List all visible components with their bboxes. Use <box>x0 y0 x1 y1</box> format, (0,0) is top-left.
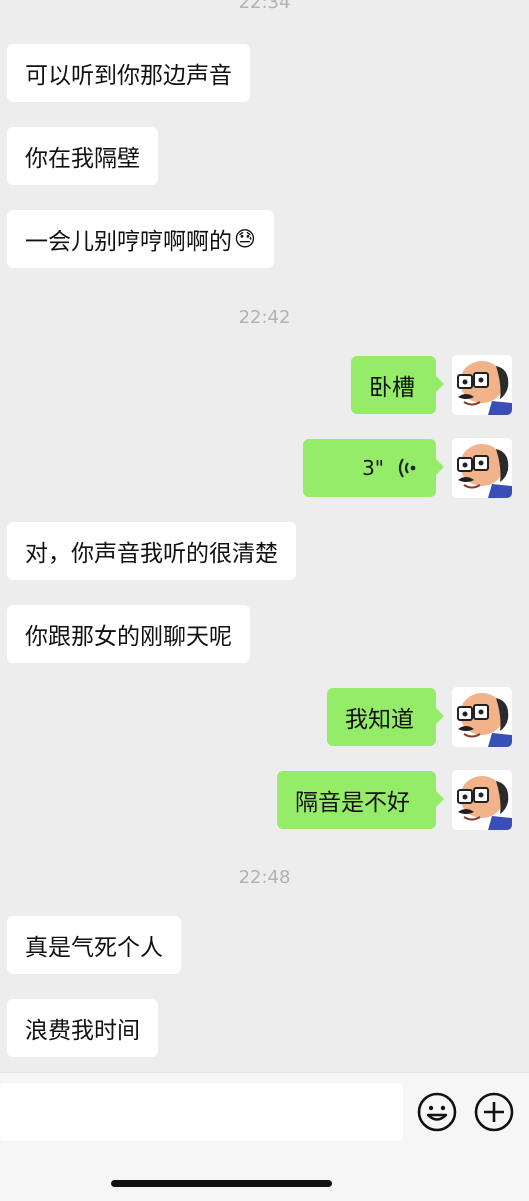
avatar[interactable] <box>452 687 512 747</box>
timestamp: 22:48 <box>238 867 291 888</box>
message-text: 一会儿别哼哼啊啊的 <box>25 229 232 255</box>
message-text: 浪费我时间 <box>25 1018 140 1044</box>
avatar[interactable] <box>452 355 512 415</box>
message-text: 我知道 <box>345 707 414 733</box>
message-text: 真是气死个人 <box>25 935 163 961</box>
message-bubble-incoming[interactable]: 真是气死个人 <box>7 916 181 974</box>
plus-icon[interactable] <box>473 1091 515 1133</box>
emoji-icon[interactable] <box>416 1091 458 1133</box>
message-input[interactable] <box>0 1083 403 1141</box>
timestamp: 22:34 <box>238 0 291 13</box>
avatar[interactable] <box>452 438 512 498</box>
voice-message-bubble[interactable]: 3" <box>303 439 444 497</box>
message-bubble-outgoing[interactable]: 我知道 <box>327 688 444 746</box>
message-bubble-incoming[interactable]: 你跟那女的刚聊天呢 <box>7 605 250 663</box>
avatar[interactable] <box>452 770 512 830</box>
message-text: 你跟那女的刚聊天呢 <box>25 624 232 650</box>
message-bubble-incoming[interactable]: 对，你声音我听的很清楚 <box>7 522 296 580</box>
message-text: 卧槽 <box>369 375 415 401</box>
message-bubble-incoming[interactable]: 可以听到你那边声音 <box>7 44 250 102</box>
voice-duration: 3" <box>362 456 384 480</box>
voice-wave-icon <box>398 458 416 478</box>
message-bubble-incoming[interactable]: 一会儿别哼哼啊啊的 😓 <box>7 210 274 268</box>
message-text: 隔音是不好 <box>295 790 410 816</box>
message-text: 可以听到你那边声音 <box>25 63 232 89</box>
message-text: 对，你声音我听的很清楚 <box>25 541 278 567</box>
message-bubble-incoming[interactable]: 你在我隔壁 <box>7 127 158 185</box>
timestamp: 22:42 <box>238 307 291 328</box>
home-indicator <box>111 1180 332 1187</box>
message-bubble-outgoing[interactable]: 隔音是不好 <box>277 771 444 829</box>
message-bubble-incoming[interactable]: 浪费我时间 <box>7 999 158 1057</box>
chat-area[interactable]: 22:34 可以听到你那边声音 你在我隔壁 一会儿别哼哼啊啊的 😓 22:42 … <box>0 0 529 1072</box>
sweat-emoji-icon: 😓 <box>234 227 256 251</box>
message-text: 你在我隔壁 <box>25 146 140 172</box>
message-bubble-outgoing[interactable]: 卧槽 <box>351 356 444 414</box>
